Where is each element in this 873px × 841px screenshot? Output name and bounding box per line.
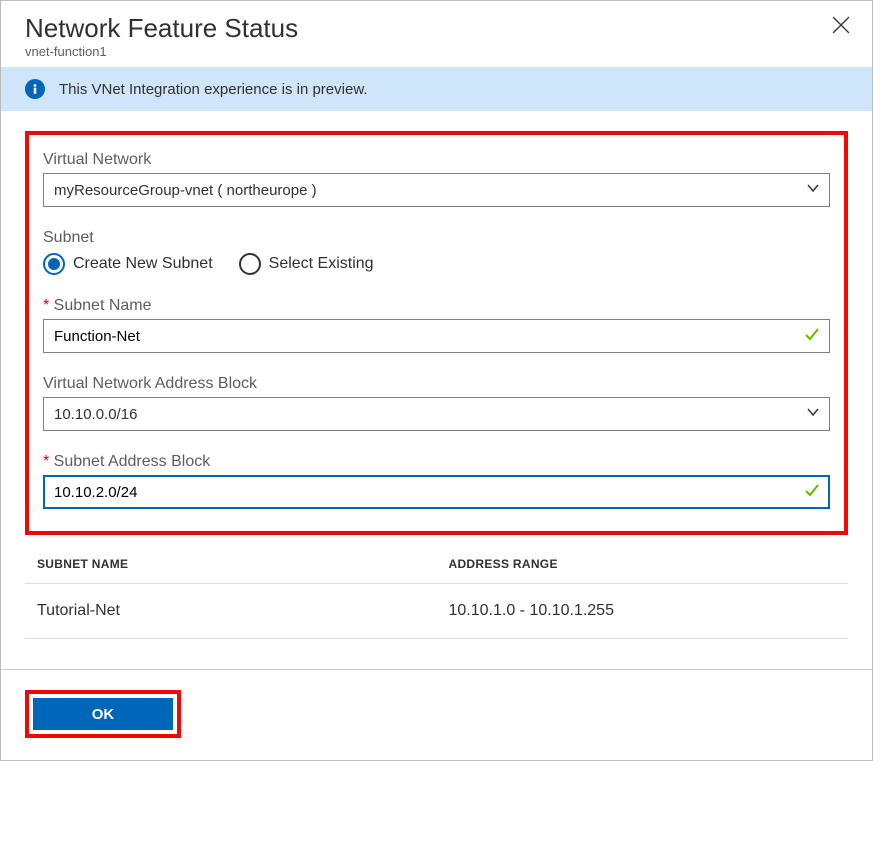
vnet-select-value: myResourceGroup-vnet ( northeurope ) xyxy=(54,182,317,199)
subnet-radio-group: Create New Subnet Select Existing xyxy=(43,253,830,275)
radio-icon xyxy=(43,253,65,275)
panel-footer: OK xyxy=(1,669,872,760)
close-button[interactable] xyxy=(830,15,852,37)
info-bar: This VNet Integration experience is in p… xyxy=(1,67,872,111)
panel-content: Virtual Network myResourceGroup-vnet ( n… xyxy=(1,111,872,649)
subnet-table: SUBNET NAME ADDRESS RANGE Tutorial-Net 1… xyxy=(25,545,848,639)
vnet-label: Virtual Network xyxy=(43,151,830,169)
ok-button-highlight: OK xyxy=(25,690,181,738)
subnet-name-label: Subnet Name xyxy=(43,297,830,315)
subnet-name-input[interactable] xyxy=(43,319,830,353)
info-message: This VNet Integration experience is in p… xyxy=(59,81,368,98)
panel-subtitle: vnet-function1 xyxy=(25,44,848,59)
subnet-radio-create[interactable]: Create New Subnet xyxy=(43,253,213,275)
subnet-radio-existing[interactable]: Select Existing xyxy=(239,253,374,275)
table-header-range: ADDRESS RANGE xyxy=(437,545,849,584)
form-highlight-box: Virtual Network myResourceGroup-vnet ( n… xyxy=(25,131,848,535)
table-header-name: SUBNET NAME xyxy=(25,545,437,584)
subnet-address-block-input[interactable] xyxy=(43,475,830,509)
panel-title: Network Feature Status xyxy=(25,13,848,44)
vnet-address-block-select[interactable]: 10.10.0.0/16 xyxy=(43,397,830,431)
subnet-label: Subnet xyxy=(43,229,830,247)
radio-label-existing: Select Existing xyxy=(269,255,374,273)
table-cell-range: 10.10.1.0 - 10.10.1.255 xyxy=(437,584,849,639)
subnet-address-block-label: Subnet Address Block xyxy=(43,453,830,471)
vnet-select[interactable]: myResourceGroup-vnet ( northeurope ) xyxy=(43,173,830,207)
table-cell-name: Tutorial-Net xyxy=(25,584,437,639)
radio-label-create: Create New Subnet xyxy=(73,255,213,273)
radio-icon xyxy=(239,253,261,275)
info-icon xyxy=(25,79,45,99)
vnet-address-block-label: Virtual Network Address Block xyxy=(43,375,830,393)
ok-button[interactable]: OK xyxy=(33,698,173,730)
vnet-address-block-value: 10.10.0.0/16 xyxy=(54,406,137,423)
panel-header: Network Feature Status vnet-function1 xyxy=(1,1,872,67)
close-icon xyxy=(832,22,850,37)
table-row[interactable]: Tutorial-Net 10.10.1.0 - 10.10.1.255 xyxy=(25,584,848,639)
network-feature-status-panel: Network Feature Status vnet-function1 Th… xyxy=(0,0,873,761)
